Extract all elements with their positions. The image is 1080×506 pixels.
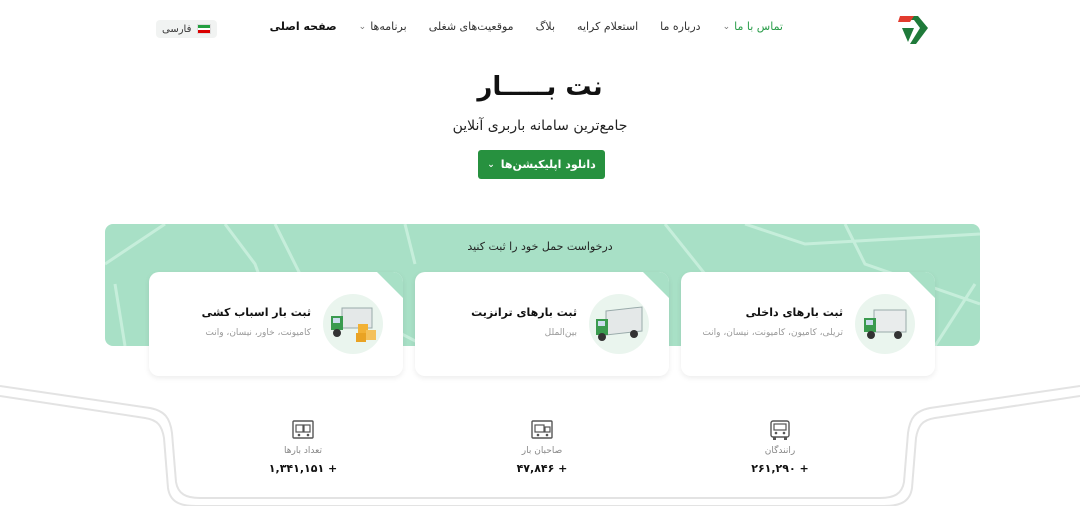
page-subtitle: جامع‌ترین سامانه باربری آنلاین [452,118,628,134]
truck-icon [855,294,915,354]
nav-fare-inquiry[interactable]: استعلام کرایه [566,20,649,33]
chevron-down-icon: ⌄ [487,159,495,170]
nav-blog[interactable]: بلاگ [525,20,566,33]
card-domestic-cargo[interactable]: ثبت بارهای داخلی تریلی، کامیون، کامیونت،… [681,272,935,376]
card-title: ثبت بار اسباب کشی [201,306,311,319]
request-panel-title: درخواست حمل خود را ثبت کنید [467,240,613,253]
nav-apps[interactable]: برنامه‌ها ⌄ [348,20,418,33]
card-transit-cargo[interactable]: ثبت بارهای ترانزیت بین‌الملل [415,272,669,376]
stat-label: صاحبان بار [521,446,563,456]
card-subtitle: بین‌الملل [544,328,577,338]
moving-truck-icon [323,294,383,354]
stat-value: + ۲۶۱,۲۹۰ [751,462,809,475]
card-subtitle: تریلی، کامیون، کامیونت، نیسان، وانت [702,328,843,338]
stat-cargo-owners: صاحبان بار + ۴۷,۸۴۶ [482,418,602,475]
transit-truck-icon [589,294,649,354]
stat-cargo-count: تعداد بارها + ۱,۳۴۱,۱۵۱ [243,418,363,475]
card-subtitle: کامیونت، خاور، نیسان، وانت [205,328,311,338]
cargo-owner-icon [530,418,554,442]
stat-drivers: رانندگان + ۲۶۱,۲۹۰ [720,418,840,475]
page-title: نت بـــــار [477,72,603,102]
main-nav: صفحه اصلی برنامه‌ها ⌄ موقعیت‌های شغلی بلا… [259,20,794,33]
chevron-down-icon: ⌄ [722,21,731,32]
nav-about[interactable]: درباره ما [649,20,711,33]
nav-jobs[interactable]: موقعیت‌های شغلی [418,20,525,33]
chevron-down-icon: ⌄ [358,21,367,32]
card-moving-cargo[interactable]: ثبت بار اسباب کشی کامیونت، خاور، نیسان، … [149,272,403,376]
nav-home[interactable]: صفحه اصلی [259,20,348,33]
language-selector[interactable]: فارسی [156,20,218,38]
netbar-logo[interactable] [896,14,930,46]
stat-label: تعداد بارها [283,446,323,456]
nav-contact[interactable]: تماس با ما ⌄ [712,20,794,33]
language-label: فارسی [162,23,192,35]
driver-truck-icon [768,418,792,442]
stat-value: + ۱,۳۴۱,۱۵۱ [268,462,338,475]
card-title: ثبت بارهای داخلی [745,306,843,319]
card-title: ثبت بارهای ترانزیت [471,306,577,319]
download-apps-button[interactable]: دانلود اپلیکیشن‌ها ⌄ [478,150,605,179]
download-apps-label: دانلود اپلیکیشن‌ها [500,158,596,171]
iran-flag-icon [197,24,212,34]
stat-label: رانندگان [764,446,796,456]
cargo-count-icon [291,418,315,442]
site-header: صفحه اصلی برنامه‌ها ⌄ موقعیت‌های شغلی بلا… [0,0,1080,58]
stat-value: + ۴۷,۸۴۶ [516,462,568,475]
